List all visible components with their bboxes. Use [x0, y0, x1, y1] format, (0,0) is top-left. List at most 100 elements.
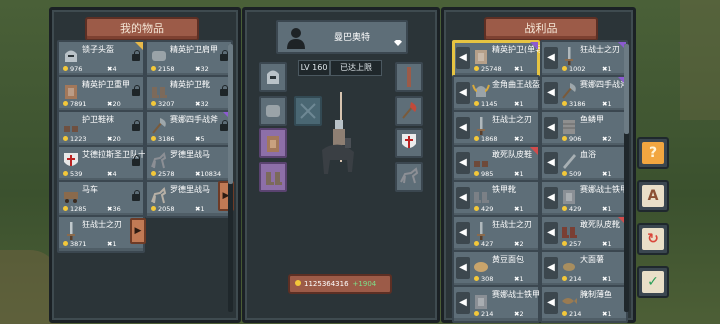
gold-delta: +1904: [352, 280, 377, 288]
loot-item-slot[interactable]: ◀ 铁甲靴 429 ✖1: [452, 180, 540, 218]
move-left-arrow-icon[interactable]: ◀: [544, 82, 558, 104]
lock-icon[interactable]: [132, 155, 140, 166]
item-name: 敢死队皮靴: [580, 220, 620, 229]
gold-coin-icon: [151, 171, 156, 176]
move-left-arrow-icon[interactable]: ◀: [544, 222, 558, 244]
item-name: 精英护卫肩甲: [170, 45, 218, 54]
gold-coin-icon: [562, 276, 567, 281]
inventory-item-slot[interactable]: 罗德里战马 2578 ✖10834: [145, 145, 233, 183]
gold-coin-icon: [151, 136, 156, 141]
move-left-arrow-icon[interactable]: ◀: [544, 117, 558, 139]
gold-coin-icon: [474, 311, 479, 316]
inventory-item-slot[interactable]: 艾德拉斯圣卫队十字盾 539 ✖4: [57, 145, 162, 183]
help-button[interactable]: ?: [637, 137, 669, 169]
item-price: 3186: [151, 135, 175, 143]
move-left-arrow-icon[interactable]: ◀: [544, 187, 558, 209]
loot-item-slot[interactable]: ◀ 金角曲王战盔 1145 ✖1: [452, 75, 540, 113]
loot-scrollbar[interactable]: [624, 44, 629, 312]
loot-item-slot[interactable]: ◀ 赛娜战士铁甲 214 ✖2: [452, 285, 540, 323]
item-price: 539: [63, 170, 82, 178]
loot-item-slot[interactable]: ◀ 腌制薄鱼 214 ✖1: [540, 285, 628, 323]
lock-icon[interactable]: [132, 50, 140, 61]
equip-slot-helmet[interactable]: [259, 62, 287, 92]
equip-slot-shoulder[interactable]: [259, 96, 287, 126]
move-left-arrow-icon[interactable]: ◀: [544, 257, 558, 279]
equip-slot-armor[interactable]: [259, 128, 287, 158]
loot-item-slot[interactable]: ◀ 赛娜四手战斧 3186 ✖1: [540, 75, 628, 113]
move-left-arrow-icon[interactable]: ◀: [456, 82, 470, 104]
item-price-value: 3871: [70, 240, 87, 248]
item-quantity: ✖2: [514, 135, 524, 143]
item-price: 3186: [562, 100, 586, 108]
inventory-item-slot[interactable]: 赛娜四手战斧 3186 ✖5: [145, 110, 233, 148]
lock-icon[interactable]: [220, 120, 228, 131]
pauldron-icon: [266, 105, 280, 117]
inventory-item-slot[interactable]: 精英护卫肩甲 2158 ✖32: [145, 40, 233, 78]
my-items-scrollbar[interactable]: [228, 44, 233, 312]
item-price: 214: [474, 310, 493, 318]
loot-item-slot[interactable]: ◀ 狂战士之刃 427 ✖2: [452, 215, 540, 253]
move-left-arrow-icon[interactable]: ◀: [544, 47, 558, 69]
move-left-arrow-icon[interactable]: ◀: [544, 292, 558, 314]
auto-sell-button[interactable]: A: [637, 180, 669, 212]
loot-item-slot[interactable]: ◀ 敢死队皮靴 257 ✖1: [540, 215, 628, 253]
loot-item-slot[interactable]: ◀ 赛娜战士铁甲 429 ✖1: [540, 180, 628, 218]
refresh-button[interactable]: ↻: [637, 223, 669, 255]
inventory-item-slot[interactable]: 精英护卫重甲 7891 ✖20: [57, 75, 145, 113]
item-quantity: ✖1: [107, 240, 117, 248]
lock-icon[interactable]: [220, 85, 228, 96]
lock-icon[interactable]: [132, 120, 140, 131]
item-quantity-value: 20: [112, 100, 121, 108]
inventory-item-slot[interactable]: 护卫鞋袜 1223 ✖20: [57, 110, 145, 148]
move-left-arrow-icon[interactable]: ◀: [456, 292, 470, 314]
loot-item-slot[interactable]: ◀ 精英护卫(单导弹)甲 25748 ✖1: [452, 40, 562, 78]
help-button-face: ?: [642, 142, 664, 164]
move-left-arrow-icon[interactable]: ◀: [456, 187, 470, 209]
item-price-value: 429: [481, 205, 494, 213]
sword-icon: [477, 117, 485, 135]
lock-icon[interactable]: [132, 190, 140, 201]
item-quantity: ✖1: [514, 275, 524, 283]
loot-item-slot[interactable]: ◀ 鱼鳞甲 906 ✖2: [540, 110, 628, 148]
item-price: 2058: [151, 205, 175, 213]
equip-slot-mount[interactable]: [395, 162, 423, 192]
equip-slot-shield[interactable]: [395, 128, 423, 158]
item-name: 锁子头盔: [82, 45, 114, 54]
move-left-arrow-icon[interactable]: ◀: [456, 222, 470, 244]
inventory-item-slot[interactable]: 锁子头盔 976 ✖4: [57, 40, 145, 78]
confirm-button[interactable]: ✓: [637, 266, 669, 298]
gold-coin-icon: [474, 171, 479, 176]
inventory-item-slot[interactable]: 马车 1285 ✖36: [57, 180, 145, 218]
inventory-item-slot[interactable]: 精英护卫靴 3207 ✖32: [145, 75, 233, 113]
transfer-arrow-button[interactable]: ▶: [130, 218, 146, 244]
horse-icon: [400, 167, 419, 184]
move-left-arrow-icon[interactable]: ◀: [456, 117, 470, 139]
item-name: 罗德里战马: [170, 185, 210, 194]
lock-icon[interactable]: [220, 50, 228, 61]
potato-icon: [563, 263, 575, 271]
item-icon: [150, 116, 168, 136]
loot-item-slot[interactable]: ◀ 狂战士之刃 1868 ✖2: [452, 110, 540, 148]
loot-item-slot[interactable]: ◀ 黄豆面包 308 ✖1: [452, 250, 540, 288]
item-name: 铁甲靴: [492, 185, 516, 194]
armor-icon: [65, 85, 77, 99]
armor-icon: [475, 295, 487, 309]
equip-slot-axe[interactable]: [395, 96, 423, 126]
move-left-arrow-icon[interactable]: ◀: [544, 152, 558, 174]
lock-icon[interactable]: [132, 85, 140, 96]
horse-icon: [151, 152, 167, 169]
confirm-button-icon: ✓: [647, 274, 659, 290]
loot-item-slot[interactable]: ◀ 血浴 509 ✖1: [540, 145, 628, 183]
equip-slot-weapon[interactable]: [395, 62, 423, 92]
move-left-arrow-icon[interactable]: ◀: [456, 152, 470, 174]
loot-item-slot[interactable]: ◀ 敢死队皮鞋 985 ✖1: [452, 145, 540, 183]
move-left-arrow-icon[interactable]: ◀: [456, 47, 470, 69]
item-price-value: 2058: [158, 205, 175, 213]
gold-coin-icon: [474, 136, 479, 141]
axe-icon: [152, 118, 166, 134]
loot-item-slot[interactable]: ◀ 大面薯 214 ✖1: [540, 250, 628, 288]
equip-slot-boots[interactable]: [259, 162, 287, 192]
loot-item-slot[interactable]: ◀ 狂战士之刃 1002 ✖1: [540, 40, 628, 78]
move-left-arrow-icon[interactable]: ◀: [456, 257, 470, 279]
item-price: 1868: [474, 135, 498, 143]
